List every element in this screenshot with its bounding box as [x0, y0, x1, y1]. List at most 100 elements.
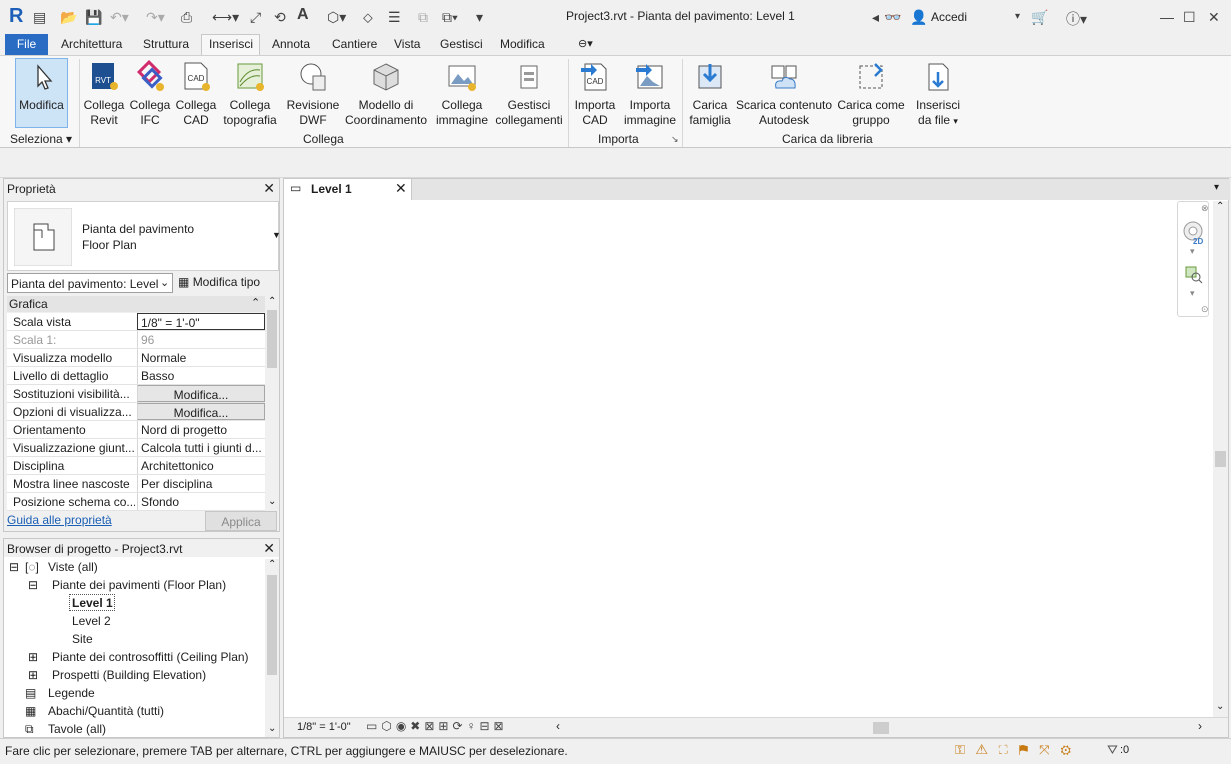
property-value[interactable]: Nord di progetto [137, 421, 265, 438]
scrollbar-thumb[interactable] [1215, 451, 1226, 467]
save-icon[interactable]: 💾 [85, 9, 102, 26]
expand-ceiling-plans-icon[interactable]: ⊞ [28, 650, 38, 664]
tab-cantiere[interactable]: Cantiere [332, 37, 377, 51]
property-value[interactable]: Per disciplina [137, 475, 265, 492]
property-value[interactable]: Architettonico [137, 457, 265, 474]
insert-dropdown-icon[interactable]: ▾ [953, 116, 958, 126]
expand-elevations-icon[interactable]: ⊞ [28, 668, 38, 682]
collapse-floor-plans-icon[interactable]: ⊟ [28, 578, 38, 592]
property-value[interactable]: Sfondo [137, 493, 265, 510]
scroll-up-icon[interactable]: ⌃ [268, 559, 276, 570]
tag-icon[interactable]: ⟲ [274, 9, 286, 26]
view-control-icons[interactable]: ▭⬡◉✖⊠⊞⟳♀⊟⊠ [366, 719, 508, 733]
ribbon-display-toggle-icon[interactable]: ⊖▾ [578, 37, 593, 50]
property-row[interactable]: Livello di dettaglio Basso [7, 367, 265, 385]
scroll-down-icon[interactable]: ⌄ [268, 496, 276, 507]
zoom-icon[interactable] [1185, 266, 1203, 284]
nav-bar-close-icon[interactable]: ⊗ [1201, 203, 1209, 214]
measure-icon[interactable]: ⟷▾ [212, 9, 239, 26]
load-family-button[interactable]: Carica famiglia [685, 60, 735, 128]
load-as-group-button[interactable]: Carica come gruppo [836, 60, 906, 128]
drawing-area[interactable]: ▭ Level 1 ✕ ▾ ⊗ 2D ▾ ▾ ⊙ ⌃ ⌄ 1/8" = 1'-0… [283, 178, 1230, 738]
instance-filter-select[interactable]: Pianta del pavimento: Level ⌄ [7, 273, 173, 293]
scroll-down-icon[interactable]: ⌄ [1216, 701, 1224, 712]
tab-annota[interactable]: Annota [272, 37, 310, 51]
file-tab[interactable]: File [5, 34, 48, 55]
property-row[interactable]: Posizione schema co... Sfondo [7, 493, 265, 511]
link-cad-button[interactable]: CAD Collega CAD [172, 60, 220, 128]
tree-item-schedules[interactable]: Abachi/Quantità (tutti) [48, 704, 164, 718]
aligned-dimension-icon[interactable]: ⤢ [250, 9, 261, 26]
edit-type-button[interactable]: ▦ Modifica tipo [178, 273, 260, 293]
collapse-views-icon[interactable]: ⊟ [9, 560, 19, 574]
tab-architettura[interactable]: Architettura [61, 37, 122, 51]
sign-in-label[interactable]: Accedi [931, 10, 967, 24]
tree-item-sheets[interactable]: Tavole (all) [48, 722, 106, 736]
thin-lines-icon[interactable]: ☰ [388, 9, 401, 26]
property-value[interactable]: Normale [137, 349, 265, 366]
text-icon[interactable]: A [297, 6, 309, 24]
tree-item-site[interactable]: Site [72, 632, 93, 646]
view-tab-close-icon[interactable]: ✕ [395, 180, 407, 197]
sign-in-dropdown-icon[interactable]: ▾ [1015, 11, 1020, 22]
home-icon[interactable]: ▤ [33, 9, 46, 26]
scroll-left-icon[interactable]: ‹ [556, 719, 560, 733]
tree-item-views[interactable]: Viste (all) [48, 560, 98, 574]
import-panel-launcher-icon[interactable]: ↘ [671, 134, 679, 145]
manage-links-button[interactable]: Gestisci collegamenti [492, 60, 566, 128]
property-row[interactable]: Sostituzioni visibilità... Modifica... [7, 385, 265, 403]
horizontal-scrollbar-thumb[interactable] [873, 722, 889, 734]
switch-windows-icon[interactable]: ⧉▾ [442, 9, 458, 26]
type-selector[interactable]: Pianta del pavimento Floor Plan ▼ [7, 201, 281, 271]
graphics-section-header[interactable]: Grafica ⌃ [7, 296, 265, 312]
close-window-icon[interactable]: ✕ [1208, 9, 1220, 26]
link-topography-button[interactable]: Collega topografia [220, 60, 280, 128]
modify-button[interactable]: Modifica [15, 60, 68, 113]
properties-scrollbar[interactable]: ⌃ ⌄ [265, 296, 279, 510]
property-value[interactable]: Calcola tutti i giunti d... [137, 439, 265, 456]
tree-item-floor-plans[interactable]: Piante dei pavimenti (Floor Plan) [52, 578, 226, 592]
coordination-model-button[interactable]: Modello di Coordinamento [342, 60, 430, 128]
scroll-up-icon[interactable]: ⌃ [268, 296, 276, 307]
tree-item-elevations[interactable]: Prospetti (Building Elevation) [52, 668, 206, 682]
tab-inserisci[interactable]: Inserisci [209, 37, 253, 51]
selection-filter-icons[interactable]: ⚿⚠⛶⚑⤧⚙ [955, 742, 1082, 758]
scroll-down-icon[interactable]: ⌄ [268, 723, 276, 734]
steering-wheel-dropdown-icon[interactable]: ▾ [1190, 246, 1195, 257]
scroll-up-icon[interactable]: ⌃ [1216, 201, 1224, 212]
zoom-dropdown-icon[interactable]: ▾ [1190, 288, 1195, 299]
property-row[interactable]: Disciplina Architettonico [7, 457, 265, 475]
insert-from-file-button[interactable]: Inserisci da file ▾ [910, 60, 966, 129]
tree-item-level-2[interactable]: Level 2 [72, 614, 111, 628]
scroll-right-icon[interactable]: › [1198, 719, 1202, 733]
view-tabs-menu-icon[interactable]: ▾ [1214, 182, 1219, 193]
scrollbar-thumb[interactable] [267, 310, 277, 368]
link-image-button[interactable]: Collega immagine [432, 60, 492, 128]
view-scale-field[interactable]: 1/8" = 1'-0" [137, 313, 265, 330]
tree-item-legends[interactable]: Legende [48, 686, 95, 700]
property-row[interactable]: Scala vista 1/8" = 1'-0" [7, 313, 265, 331]
maximize-icon[interactable]: ☐ [1183, 9, 1196, 26]
redo-icon[interactable]: ↷▾ [146, 9, 165, 26]
close-hidden-icon[interactable]: ⧉ [418, 9, 428, 26]
open-icon[interactable]: 📂 [60, 9, 77, 26]
properties-help-link[interactable]: Guida alle proprietà [7, 513, 112, 527]
link-ifc-button[interactable]: Collega IFC [128, 60, 172, 128]
minimize-icon[interactable]: — [1160, 9, 1174, 25]
load-autodesk-family-button[interactable]: Scarica contenuto Autodesk [735, 60, 833, 128]
view-scale-label[interactable]: 1/8" = 1'-0" [297, 721, 351, 733]
properties-close-icon[interactable]: ✕ [263, 180, 275, 197]
scrollbar-thumb[interactable] [267, 575, 277, 675]
tree-item-ceiling-plans[interactable]: Piante dei controsoffitti (Ceiling Plan) [52, 650, 249, 664]
tab-struttura[interactable]: Struttura [143, 37, 189, 51]
customize-qat-icon[interactable]: ▾ [476, 9, 483, 26]
import-image-button[interactable]: Importa immagine [620, 60, 680, 128]
search-arrow-icon[interactable]: ◂ [872, 9, 879, 26]
cart-icon[interactable]: 🛒 [1031, 9, 1048, 26]
property-row[interactable]: Visualizzazione giunt... Calcola tutti i … [7, 439, 265, 457]
nav-bar-options-icon[interactable]: ⊙ [1201, 304, 1209, 315]
revit-logo-icon[interactable]: R [9, 5, 23, 28]
dwf-markup-button[interactable]: Revisione DWF [282, 60, 344, 128]
property-row[interactable]: Opzioni di visualizza... Modifica... [7, 403, 265, 421]
visibility-overrides-edit-button[interactable]: Modifica... [137, 385, 265, 402]
